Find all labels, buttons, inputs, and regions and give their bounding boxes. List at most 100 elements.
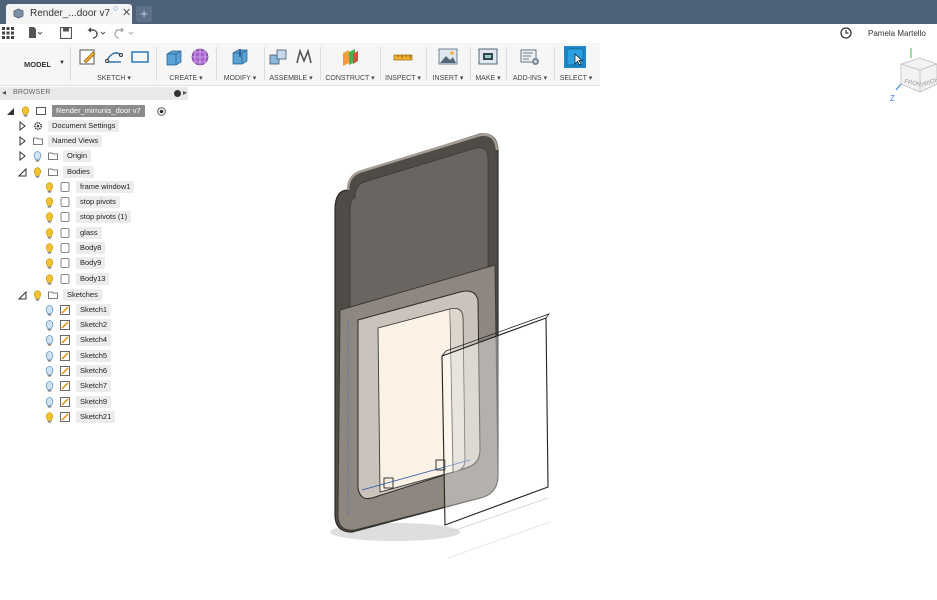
make-menu[interactable]: MAKE ▾: [474, 74, 502, 82]
visibility-bulb-icon[interactable]: [45, 212, 54, 223]
insert-menu[interactable]: INSERT ▾: [430, 74, 466, 82]
visibility-bulb-icon[interactable]: [45, 412, 54, 423]
sketch-row[interactable]: Sketch21: [0, 410, 190, 424]
select-menu[interactable]: SELECT ▾: [558, 74, 594, 82]
new-tab-button[interactable]: +: [136, 6, 152, 22]
body-row[interactable]: frame window1: [0, 180, 190, 194]
sketch-row[interactable]: Sketch1: [0, 303, 190, 317]
add-ins-menu[interactable]: ADD-INS ▾: [510, 74, 550, 82]
redo-icon[interactable]: [113, 27, 135, 39]
visibility-bulb-off-icon[interactable]: [45, 305, 54, 316]
collapse-arrow-icon[interactable]: ◂: [2, 88, 6, 97]
sketch-row[interactable]: Sketch5: [0, 349, 190, 363]
activate-radio-icon[interactable]: [157, 107, 166, 116]
assemble-group[interactable]: ASSEMBLE ▾: [266, 43, 316, 85]
data-panel-grid-icon[interactable]: [2, 27, 14, 39]
collapsed-triangle-icon[interactable]: [18, 151, 27, 161]
create-menu[interactable]: CREATE ▾: [160, 74, 212, 82]
make-group[interactable]: MAKE ▾: [474, 43, 502, 85]
visibility-bulb-off-icon[interactable]: [33, 151, 42, 162]
select-cursor-icon[interactable]: [564, 46, 586, 68]
visibility-bulb-icon[interactable]: [45, 274, 54, 285]
visibility-bulb-off-icon[interactable]: [45, 366, 54, 377]
visibility-bulb-icon[interactable]: [45, 243, 54, 254]
browser-item-origin[interactable]: Origin: [0, 149, 190, 163]
minimize-icon[interactable]: ▸: [183, 88, 187, 97]
expanded-triangle-icon[interactable]: [18, 167, 27, 177]
browser-item-document-settings[interactable]: Document Settings: [0, 119, 190, 133]
browser-root-row[interactable]: Render_mirrunis_door v7: [0, 104, 190, 118]
job-status-clock-icon[interactable]: [840, 27, 852, 39]
sketch-menu[interactable]: SKETCH ▾: [76, 74, 152, 82]
pin-dot-icon[interactable]: [174, 90, 181, 97]
visibility-bulb-off-icon[interactable]: [45, 320, 54, 331]
assemble-menu[interactable]: ASSEMBLE ▾: [266, 74, 316, 82]
expanded-triangle-icon[interactable]: [18, 290, 27, 300]
insert-image-icon[interactable]: [438, 47, 458, 67]
modify-menu[interactable]: MODIFY ▾: [220, 74, 260, 82]
sketch-group[interactable]: SKETCH ▾: [76, 43, 152, 85]
inspect-menu[interactable]: INSPECT ▾: [384, 74, 422, 82]
save-icon[interactable]: [60, 27, 72, 39]
visibility-bulb-icon[interactable]: [33, 167, 42, 178]
visibility-bulb-off-icon[interactable]: [45, 351, 54, 362]
browser-item-named-views[interactable]: Named Views: [0, 134, 190, 148]
sketch-row[interactable]: Sketch9: [0, 395, 190, 409]
create-group[interactable]: CREATE ▾: [160, 43, 212, 85]
offset-plane-icon[interactable]: [340, 47, 360, 67]
measure-icon[interactable]: [393, 47, 413, 67]
viewcube[interactable]: FRONT RIGHT Z: [884, 46, 937, 106]
body-row[interactable]: Body9: [0, 256, 190, 270]
expanded-triangle-icon[interactable]: [6, 106, 15, 116]
browser-item-sketches[interactable]: Sketches: [0, 288, 190, 302]
body-row[interactable]: glass: [0, 226, 190, 240]
visibility-bulb-icon[interactable]: [45, 182, 54, 193]
collapsed-triangle-icon[interactable]: [18, 136, 27, 146]
visibility-bulb-icon[interactable]: [45, 258, 54, 269]
visibility-bulb-icon[interactable]: [45, 228, 54, 239]
add-ins-group[interactable]: ADD-INS ▾: [510, 43, 550, 85]
new-component-icon[interactable]: [268, 47, 288, 67]
body-row[interactable]: Body13: [0, 272, 190, 286]
sketch-row[interactable]: Sketch7: [0, 379, 190, 393]
form-icon[interactable]: [190, 47, 210, 67]
line-icon[interactable]: [104, 47, 124, 67]
extrude-icon[interactable]: [164, 47, 184, 67]
body-row[interactable]: stop pivots (1): [0, 210, 190, 224]
construct-menu[interactable]: CONSTRUCT ▾: [324, 74, 376, 82]
body-icon: [60, 258, 70, 268]
visibility-bulb-icon[interactable]: [21, 106, 30, 117]
create-sketch-icon[interactable]: [78, 47, 98, 67]
insert-group[interactable]: INSERT ▾: [430, 43, 466, 85]
close-tab-icon[interactable]: ✕: [122, 6, 131, 19]
visibility-bulb-off-icon[interactable]: [45, 381, 54, 392]
sketch-row[interactable]: Sketch2: [0, 318, 190, 332]
workspace-switcher[interactable]: MODEL ▼: [8, 43, 65, 85]
visibility-bulb-off-icon[interactable]: [45, 335, 54, 346]
visibility-bulb-off-icon[interactable]: [45, 397, 54, 408]
scripts-add-ins-icon[interactable]: [520, 47, 540, 67]
visibility-bulb-icon[interactable]: [33, 290, 42, 301]
construct-group[interactable]: CONSTRUCT ▾: [324, 43, 376, 85]
document-tab[interactable]: Render_...door v7 ○ ✕: [6, 3, 132, 24]
modify-group[interactable]: MODIFY ▾: [220, 43, 260, 85]
file-menu-icon[interactable]: [28, 27, 42, 39]
user-name[interactable]: Pamela Martello: [868, 29, 926, 38]
press-pull-icon[interactable]: [230, 47, 250, 67]
inspect-group[interactable]: INSPECT ▾: [384, 43, 422, 85]
undo-icon[interactable]: [85, 27, 107, 39]
joint-icon[interactable]: [294, 47, 314, 67]
rectangle-icon[interactable]: [130, 47, 150, 67]
body-row[interactable]: Body8: [0, 241, 190, 255]
3d-print-icon[interactable]: [478, 47, 498, 67]
collapsed-triangle-icon[interactable]: [18, 121, 27, 131]
viewcube-z-axis-label: Z: [890, 94, 895, 103]
visibility-bulb-icon[interactable]: [45, 197, 54, 208]
select-group[interactable]: SELECT ▾: [558, 43, 594, 85]
sketch-row[interactable]: Sketch6: [0, 364, 190, 378]
body-row[interactable]: stop pivots: [0, 195, 190, 209]
door-model-3d-view[interactable]: [300, 120, 570, 575]
root-component-label: Render_mirrunis_door v7: [52, 105, 145, 117]
browser-item-bodies[interactable]: Bodies: [0, 165, 190, 179]
sketch-row[interactable]: Sketch4: [0, 333, 190, 347]
